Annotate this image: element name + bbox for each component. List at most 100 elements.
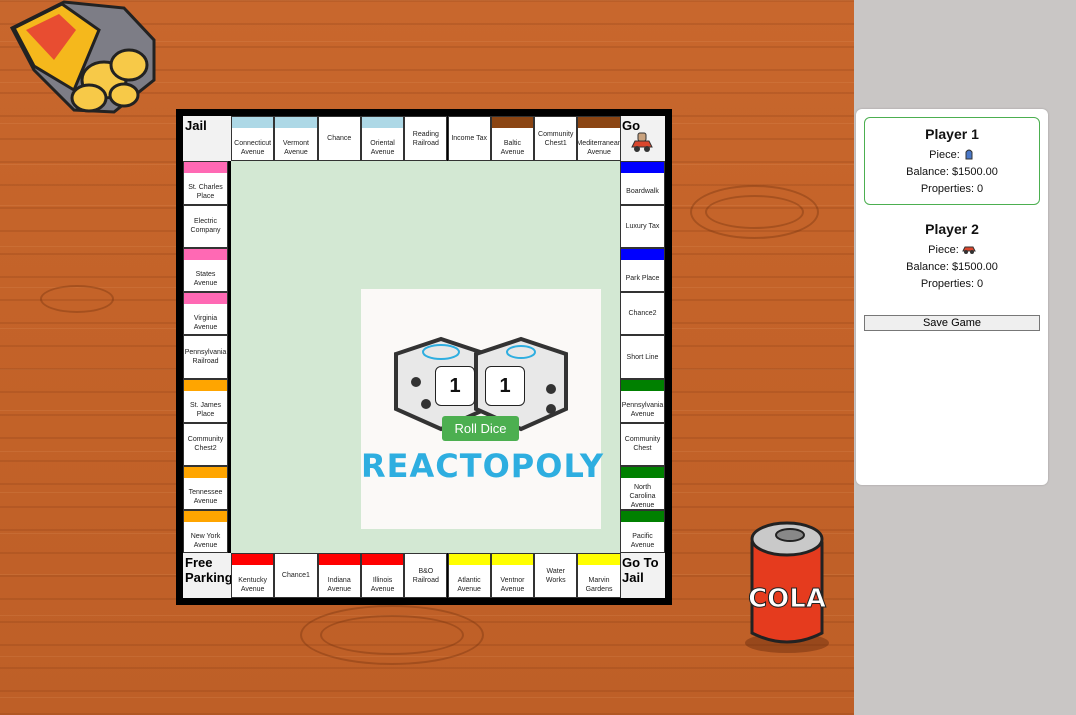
save-game-button[interactable]: Save Game bbox=[864, 315, 1040, 331]
board-space[interactable]: Community Chest1 bbox=[534, 116, 578, 161]
space-label: Chance bbox=[327, 135, 352, 142]
color-band bbox=[232, 117, 274, 128]
board-space[interactable]: Park Place bbox=[620, 248, 665, 292]
space-label: Electric Company bbox=[190, 218, 221, 235]
wood-knot bbox=[40, 285, 114, 313]
space-label: Indiana Avenue bbox=[327, 576, 352, 593]
space-label: Connecticut Avenue bbox=[234, 139, 272, 156]
board-space[interactable]: Boardwalk bbox=[620, 161, 665, 205]
board-space[interactable]: St. Charles Place bbox=[183, 161, 228, 205]
board-space[interactable]: Reading Railroad bbox=[404, 116, 448, 161]
color-band bbox=[184, 467, 227, 479]
corner-free-parking[interactable]: Free Parking bbox=[183, 553, 233, 598]
color-band bbox=[232, 554, 274, 565]
space-label: Water Works bbox=[545, 567, 566, 584]
board-space[interactable]: Indiana Avenue bbox=[317, 553, 361, 598]
board-space[interactable]: Pennsylvania Railroad bbox=[183, 335, 228, 379]
space-label: New York Avenue bbox=[190, 532, 221, 549]
board-space[interactable]: Chance bbox=[317, 116, 361, 161]
color-band bbox=[578, 117, 620, 128]
thimble-icon bbox=[965, 149, 973, 160]
color-band bbox=[621, 380, 664, 391]
wood-knot bbox=[690, 185, 819, 239]
space-label: Vermont Avenue bbox=[282, 139, 309, 156]
space-label: Boardwalk bbox=[626, 188, 659, 196]
color-band bbox=[184, 249, 227, 261]
car-icon bbox=[962, 246, 976, 254]
chips-bag-icon bbox=[9, 0, 156, 114]
space-label: Baltic Avenue bbox=[500, 139, 525, 156]
color-band bbox=[361, 117, 404, 128]
board-space[interactable]: Pacific Avenue bbox=[620, 509, 665, 554]
space-label: Luxury Tax bbox=[625, 222, 660, 230]
cola-can-icon: COLA bbox=[745, 521, 829, 653]
space-label: Income Tax bbox=[451, 135, 487, 142]
player-card-1: Player 1 Piece: Balance: $1500.00 Proper… bbox=[864, 117, 1040, 205]
board-space[interactable]: Oriental Avenue bbox=[360, 116, 405, 161]
board-space[interactable]: Mediterranean Avenue bbox=[577, 116, 621, 161]
space-label: Oriental Avenue bbox=[370, 139, 395, 156]
board-space[interactable]: Luxury Tax bbox=[620, 204, 665, 249]
board-space[interactable]: St. James Place bbox=[183, 379, 228, 423]
corner-go-to-jail[interactable]: Go To Jail bbox=[620, 553, 665, 598]
player-balance: Balance: $1500.00 bbox=[906, 166, 998, 178]
board-space[interactable]: Water Works bbox=[534, 553, 578, 598]
board-space[interactable]: North Carolina Avenue bbox=[620, 466, 665, 510]
board-space[interactable]: Pennsylvania Avenue bbox=[620, 379, 665, 423]
color-band bbox=[491, 554, 534, 565]
space-label: Reading Railroad bbox=[412, 130, 439, 147]
die-2: 1 bbox=[485, 366, 525, 406]
color-band bbox=[621, 249, 664, 261]
corner-go[interactable]: Go bbox=[620, 116, 665, 161]
player-properties: Properties: 0 bbox=[920, 278, 984, 290]
board-space[interactable]: Illinois Avenue bbox=[360, 553, 405, 598]
space-label: Chance1 bbox=[281, 572, 310, 579]
board-space[interactable]: Connecticut Avenue bbox=[231, 116, 275, 161]
board-space[interactable]: Chance1 bbox=[274, 553, 318, 598]
player-balance: Balance: $1500.00 bbox=[906, 261, 998, 273]
space-label: Chance2 bbox=[628, 310, 657, 318]
board-space[interactable]: Ventnor Avenue bbox=[490, 553, 535, 598]
board-space[interactable]: Vermont Avenue bbox=[274, 116, 318, 161]
board-space[interactable]: States Avenue bbox=[183, 248, 228, 292]
color-band bbox=[184, 510, 227, 522]
space-label: Community Chest1 bbox=[538, 130, 574, 147]
player-card-2: Player 2 Piece: Balance: $1500.00 Proper… bbox=[864, 213, 1040, 301]
color-band bbox=[361, 554, 404, 565]
board-space[interactable]: Short Line bbox=[620, 335, 665, 379]
space-label: States Avenue bbox=[193, 270, 218, 287]
space-label: Kentucky Avenue bbox=[238, 576, 268, 593]
space-label: B&O Railroad bbox=[412, 567, 439, 584]
board-space[interactable]: Kentucky Avenue bbox=[231, 553, 275, 598]
piece-label: Piece: bbox=[929, 149, 960, 161]
board-space[interactable]: Virginia Avenue bbox=[183, 291, 228, 336]
color-band bbox=[184, 292, 227, 304]
space-label: Ventnor Avenue bbox=[500, 576, 525, 593]
color-band bbox=[275, 117, 317, 128]
svg-text:COLA: COLA bbox=[748, 584, 826, 614]
roll-dice-button[interactable]: Roll Dice bbox=[442, 416, 519, 441]
board-space[interactable]: Atlantic Avenue bbox=[447, 553, 491, 598]
space-label: Community Chest2 bbox=[187, 436, 224, 453]
board-space[interactable]: B&O Railroad bbox=[404, 553, 448, 598]
board-space[interactable]: Community Chest bbox=[620, 422, 665, 467]
board-space[interactable]: Community Chest2 bbox=[183, 422, 228, 467]
board-space[interactable]: New York Avenue bbox=[183, 509, 228, 554]
color-band bbox=[184, 162, 227, 173]
color-band bbox=[184, 380, 227, 391]
board-space[interactable]: Marvin Gardens bbox=[577, 553, 621, 598]
space-label: Park Place bbox=[625, 275, 660, 283]
board-space[interactable]: Baltic Avenue bbox=[490, 116, 535, 161]
board-space[interactable]: Electric Company bbox=[183, 204, 228, 249]
board-space[interactable]: Chance2 bbox=[620, 291, 665, 336]
corner-jail[interactable]: Jail bbox=[183, 116, 231, 161]
space-label: Community Chest bbox=[624, 436, 661, 453]
space-label: Virginia Avenue bbox=[193, 314, 218, 331]
board-space[interactable]: Tennessee Avenue bbox=[183, 466, 228, 510]
space-label: Marvin Gardens bbox=[585, 576, 613, 593]
board-space[interactable]: Income Tax bbox=[447, 116, 491, 161]
player-properties: Properties: 0 bbox=[920, 183, 984, 195]
player-piece: Piece: bbox=[864, 243, 1040, 256]
player-name: Player 2 bbox=[925, 221, 979, 237]
color-band bbox=[318, 554, 360, 565]
